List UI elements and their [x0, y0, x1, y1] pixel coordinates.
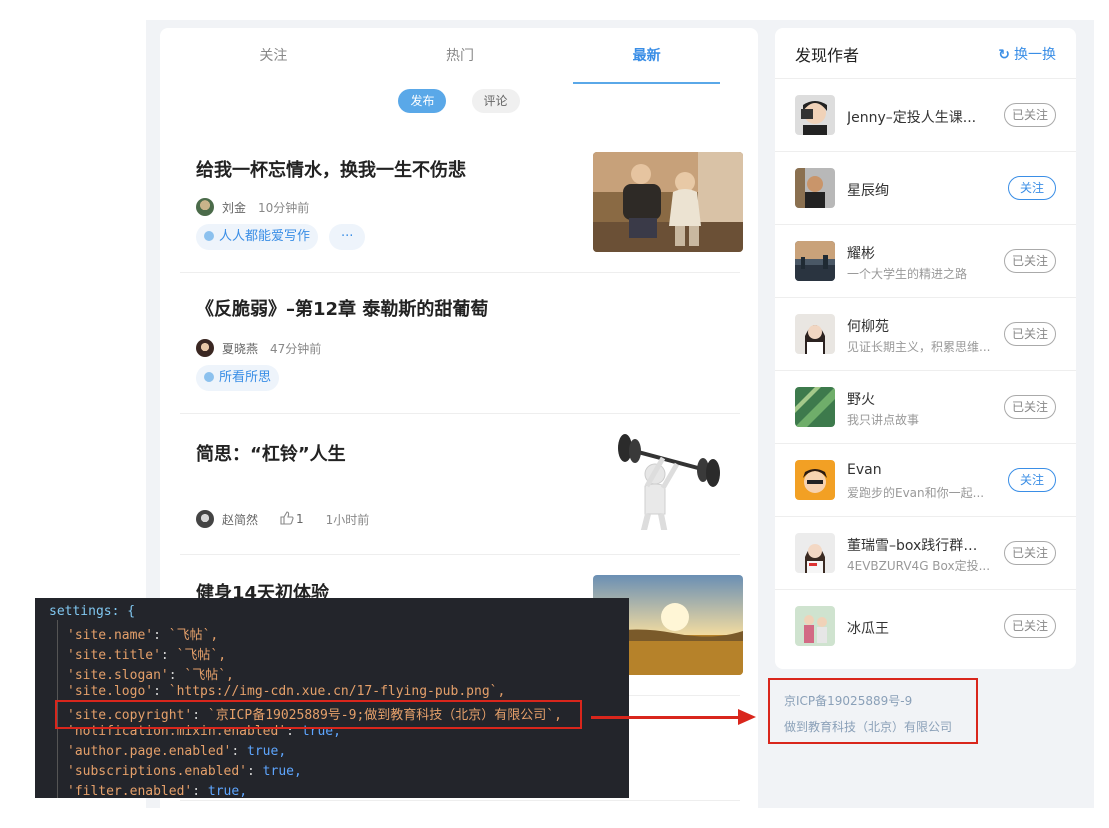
copyright-footer: 京ICP备19025889号-9 做到教育科技（北京）有限公司: [768, 678, 978, 744]
author-description: 爱跑步的Evan和你一起...: [847, 486, 985, 500]
article-thumbnail[interactable]: [593, 430, 743, 530]
article-title[interactable]: 《反脆弱》–第12章 泰勒斯的甜葡萄: [196, 295, 488, 321]
refresh-label: 换一换: [1014, 47, 1056, 63]
more-tags-button[interactable]: ···: [329, 224, 366, 250]
author-name[interactable]: 夏晓燕: [222, 340, 258, 357]
article-title[interactable]: 简思：“杠铃”人生: [196, 440, 346, 466]
followed-button[interactable]: 已关注: [1003, 541, 1056, 565]
author-row[interactable]: 星辰绚 关注: [775, 152, 1076, 225]
follow-button[interactable]: 关注: [1007, 176, 1056, 200]
author-name[interactable]: 何柳苑: [847, 316, 987, 336]
author-avatar[interactable]: [795, 314, 835, 354]
followed-button[interactable]: 已关注: [1003, 322, 1056, 346]
icp-number[interactable]: 京ICP备19025889号-9: [784, 692, 912, 709]
followed-button[interactable]: 已关注: [1003, 103, 1056, 127]
author-avatar[interactable]: [196, 510, 214, 528]
more-label: ···: [341, 229, 354, 244]
author-name[interactable]: 赵简然: [222, 511, 258, 528]
author-avatar[interactable]: [795, 606, 835, 646]
author-name[interactable]: 董瑞雪–box践行群服务: [847, 535, 987, 555]
sub-tab-published[interactable]: 发布: [398, 89, 447, 113]
author-avatar[interactable]: [795, 95, 835, 135]
tag-label: 人人都能爱写作: [219, 229, 311, 244]
tag-label: 所看所思: [219, 370, 272, 385]
post-time: 1小时前: [325, 512, 370, 527]
code-snippet: settings: { 'site.name': `飞帖`, 'site.tit…: [35, 598, 629, 798]
article-item[interactable]: 简思：“杠铃”人生 赵简然 1 1小时前: [180, 414, 743, 555]
author-name[interactable]: 冰瓜王: [847, 618, 987, 638]
feed-tabs: 关注 热门 最新: [180, 28, 740, 84]
refresh-button[interactable]: ↻ 换一换: [998, 44, 1056, 64]
author-name[interactable]: 刘金: [222, 199, 246, 216]
author-avatar[interactable]: [795, 387, 835, 427]
author-name[interactable]: Jenny–定投人生课...: [847, 107, 987, 127]
panel-title: 发现作者: [795, 46, 860, 65]
author-row[interactable]: 野火 我只讲点故事 已关注: [775, 371, 1076, 444]
annotation-arrow: [591, 716, 741, 719]
followed-button[interactable]: 已关注: [1003, 249, 1056, 273]
tag-dot-icon: [204, 372, 214, 382]
like-count: 1: [296, 512, 304, 526]
arrow-head-icon: [738, 709, 756, 725]
follow-button[interactable]: 关注: [1007, 468, 1056, 492]
article-thumbnail[interactable]: [593, 152, 743, 252]
article-meta: 夏晓燕 47分钟前: [196, 339, 321, 357]
author-avatar[interactable]: [196, 198, 214, 216]
like-icon[interactable]: [280, 510, 294, 528]
tab-popular[interactable]: 热门: [367, 28, 554, 74]
tag-dot-icon: [204, 231, 214, 241]
post-time: 10分钟前: [258, 200, 310, 215]
author-avatar[interactable]: [795, 241, 835, 281]
author-description: 一个大学生的精进之路: [847, 267, 968, 281]
code-line: 'site.slogan': `飞帖`,: [67, 668, 234, 683]
article-item[interactable]: 给我一杯忘情水，换我一生不伤悲 刘金 10分钟前 人人都能爱写作 ···: [180, 132, 743, 273]
code-line: 'site.title': `飞帖`,: [67, 648, 227, 663]
author-description: 见证长期主义，积累思维...: [847, 340, 991, 354]
author-avatar[interactable]: [795, 533, 835, 573]
author-row[interactable]: Evan 爱跑步的Evan和你一起... 关注: [775, 444, 1076, 517]
tab-latest[interactable]: 最新: [553, 28, 740, 84]
sub-tabs: 发布 评论: [160, 89, 758, 113]
highlight-box: [55, 700, 582, 729]
code-line: 'subscriptions.enabled': true,: [67, 764, 302, 779]
author-name[interactable]: Evan: [847, 462, 987, 478]
company-name: 做到教育科技（北京）有限公司: [784, 720, 953, 734]
followed-button[interactable]: 已关注: [1003, 614, 1056, 638]
author-row[interactable]: 耀彬 一个大学生的精进之路 已关注: [775, 225, 1076, 298]
code-line: 'filter.enabled': true,: [67, 784, 248, 798]
post-time: 47分钟前: [270, 341, 322, 356]
article-meta: 刘金 10分钟前: [196, 198, 309, 216]
tab-following[interactable]: 关注: [180, 28, 367, 74]
article-tag[interactable]: 所看所思: [196, 365, 280, 391]
sub-tab-comments[interactable]: 评论: [471, 89, 520, 113]
author-row[interactable]: 董瑞雪–box践行群服务 4EVBZURV4G Box定投... 已关注: [775, 517, 1076, 590]
author-avatar[interactable]: [196, 339, 214, 357]
article-title[interactable]: 给我一杯忘情水，换我一生不伤悲: [196, 156, 466, 182]
refresh-icon: ↻: [998, 47, 1010, 63]
author-row[interactable]: Jenny–定投人生课... 已关注: [775, 79, 1076, 152]
author-name[interactable]: 星辰绚: [847, 180, 987, 200]
author-description: 4EVBZURV4G Box定投...: [847, 559, 991, 573]
author-avatar[interactable]: [795, 460, 835, 500]
panel-header: 发现作者 ↻ 换一换: [775, 28, 1076, 79]
author-row[interactable]: 冰瓜王 已关注: [775, 590, 1076, 662]
author-description: 我只讲点故事: [847, 413, 920, 427]
code-line: 'author.page.enabled': true,: [67, 744, 287, 759]
author-name[interactable]: 野火: [847, 389, 987, 409]
author-avatar[interactable]: [795, 168, 835, 208]
author-row[interactable]: 何柳苑 见证长期主义，积累思维... 已关注: [775, 298, 1076, 371]
article-meta: 赵简然 1 1小时前: [196, 510, 369, 528]
article-tag[interactable]: 人人都能爱写作: [196, 224, 319, 250]
code-line: 'site.logo': `https://img-cdn.xue.cn/17-…: [67, 684, 506, 699]
discover-authors-panel: 发现作者 ↻ 换一换 Jenny–定投人生课... 已关注 星辰绚 关注 耀彬 一…: [775, 28, 1076, 669]
code-header: settings: {: [49, 604, 136, 619]
author-name[interactable]: 耀彬: [847, 243, 987, 263]
followed-button[interactable]: 已关注: [1003, 395, 1056, 419]
code-line: 'site.name': `飞帖`,: [67, 628, 219, 643]
article-item[interactable]: 《反脆弱》–第12章 泰勒斯的甜葡萄 夏晓燕 47分钟前 所看所思: [180, 273, 740, 414]
